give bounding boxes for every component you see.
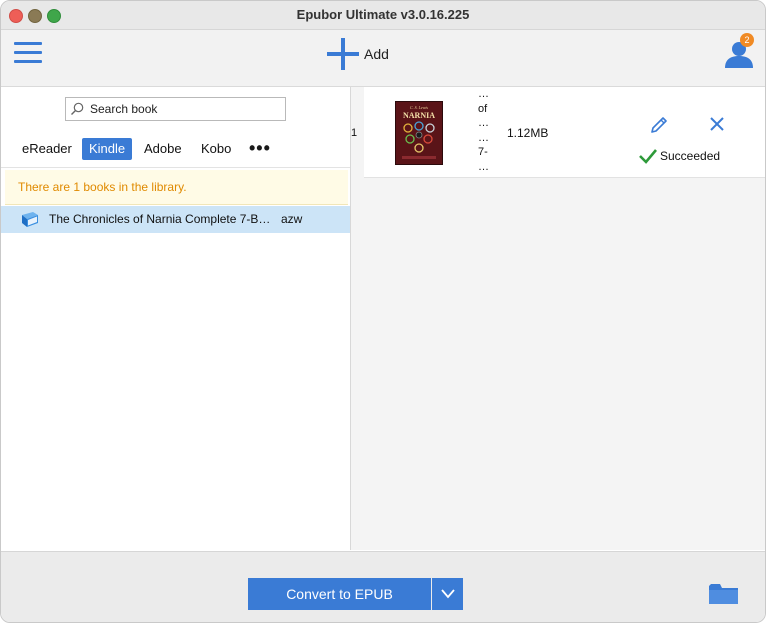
library-notice: There are 1 books in the library. [5, 170, 348, 205]
conversion-panel: 1 C. S. Lewis NARNIA … of … … 7- … 1.12M… [351, 87, 765, 550]
hamburger-menu-icon[interactable] [14, 42, 42, 66]
book-cover-art: C. S. Lewis NARNIA [396, 102, 442, 164]
convert-button[interactable]: Convert to EPUB [248, 578, 431, 610]
add-label: Add [364, 46, 389, 62]
title-line: … [478, 88, 489, 100]
more-tabs-button[interactable]: ••• [249, 138, 271, 160]
pencil-icon[interactable] [648, 114, 670, 136]
library-notice-text: There are 1 books in the library. [18, 180, 187, 194]
plus-icon [327, 38, 359, 70]
tab-ereader[interactable]: eReader [15, 138, 79, 160]
row-index: 1 [351, 127, 358, 139]
status-text: Succeeded [660, 149, 721, 163]
title-line: … [478, 117, 489, 129]
notification-badge: 2 [740, 33, 754, 47]
search-icon [71, 102, 84, 115]
cover-title: NARNIA [403, 111, 435, 120]
search-input[interactable] [88, 101, 282, 117]
library-panel: eReader Kindle Adobe Kobo ••• There are … [1, 87, 351, 550]
book-cover: C. S. Lewis NARNIA [395, 101, 443, 165]
format-dropdown-button[interactable] [432, 578, 463, 610]
bottom-bar: Convert to EPUB [1, 551, 765, 622]
close-icon[interactable] [708, 115, 726, 133]
book-title: The Chronicles of Narnia Complete 7-B… [49, 212, 271, 226]
toolbar: Add 2 [1, 30, 765, 87]
conversion-status: Succeeded [638, 148, 720, 164]
title-bar: Epubor Ultimate v3.0.16.225 [1, 1, 765, 30]
app-window: Epubor Ultimate v3.0.16.225 Add 2 eReade… [0, 0, 766, 623]
title-line: … [478, 131, 489, 144]
file-size: 1.12MB [507, 126, 549, 140]
cover-author: C. S. Lewis [410, 105, 428, 110]
converted-title: … of … … 7- … [478, 87, 498, 177]
book-format: azw [281, 212, 303, 226]
tab-kindle[interactable]: Kindle [82, 138, 133, 160]
tab-kobo[interactable]: Kobo [194, 138, 238, 160]
folder-icon[interactable] [709, 583, 738, 605]
checkmark-icon [639, 149, 657, 164]
search-field[interactable] [65, 97, 286, 121]
book-icon [22, 212, 38, 227]
title-line: … [478, 160, 489, 173]
window-title: Epubor Ultimate v3.0.16.225 [296, 7, 470, 22]
add-button[interactable]: Add [327, 37, 389, 71]
title-line: of [478, 102, 488, 115]
title-line: 7- [478, 146, 488, 158]
chevron-down-icon [440, 589, 455, 599]
library-tabs: eReader Kindle Adobe Kobo ••• [1, 133, 350, 168]
library-book-row[interactable]: The Chronicles of Narnia Complete 7-B… a… [1, 206, 350, 233]
conversion-row: 1 C. S. Lewis NARNIA … of … … 7- … 1.12M… [351, 87, 765, 178]
tab-adobe[interactable]: Adobe [137, 138, 189, 160]
